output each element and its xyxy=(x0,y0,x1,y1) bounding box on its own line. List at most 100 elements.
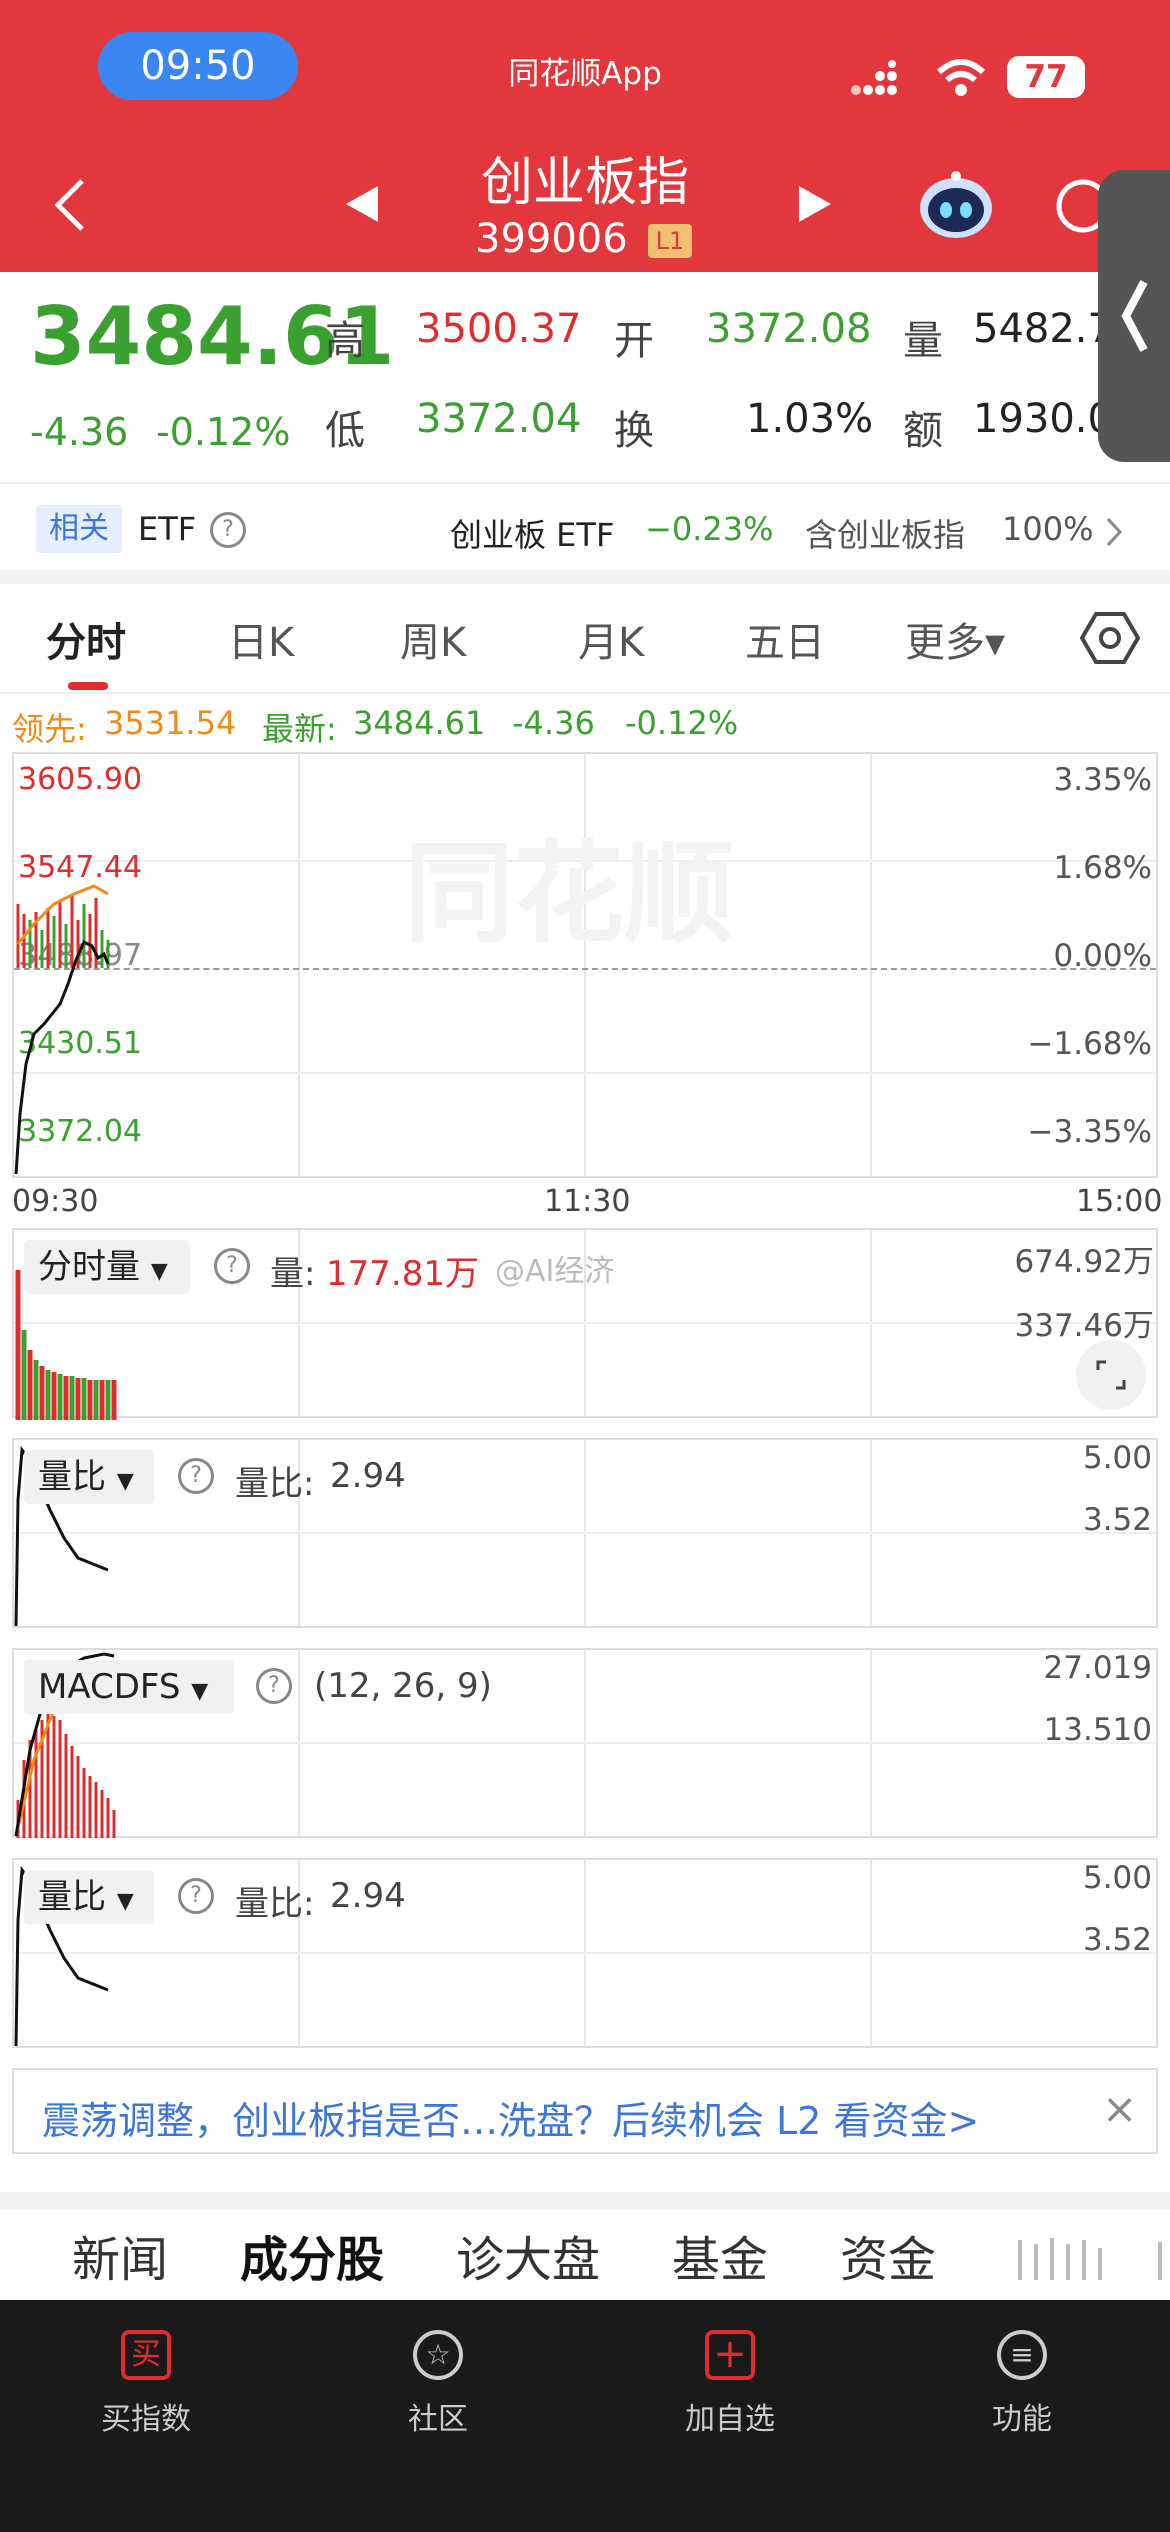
more-tabs-icon[interactable] xyxy=(1010,2230,1170,2290)
tab-funds[interactable]: 基金 xyxy=(672,2220,768,2290)
active-tab-indicator xyxy=(68,682,108,690)
tab-monthly-k[interactable]: 月K xyxy=(578,610,644,668)
amount-label: 额 xyxy=(903,408,943,454)
latest-label: 最新: xyxy=(262,710,337,748)
section-divider xyxy=(0,2192,1170,2210)
nav-label: 买指数 xyxy=(101,2402,191,2437)
tab-market-diagnosis[interactable]: 诊大盘 xyxy=(456,2220,600,2290)
nav-community[interactable]: ☆ 社区 xyxy=(348,2310,528,2438)
help-icon[interactable]: ? xyxy=(214,1248,250,1284)
time-axis-open: 09:30 xyxy=(12,1184,99,1219)
macd-params: (12, 26, 9) xyxy=(314,1666,492,1706)
macd-scale-top: 27.019 xyxy=(1043,1650,1152,1686)
tab-more[interactable]: 更多▾ xyxy=(905,610,1005,668)
ratio-label: 量比: xyxy=(235,1464,315,1504)
contains-label: 含创业板指 xyxy=(805,516,966,554)
status-time: 09:50 xyxy=(98,32,298,100)
high-label: 高 xyxy=(325,318,365,364)
tab-news[interactable]: 新闻 xyxy=(72,2220,168,2290)
fullscreen-button[interactable] xyxy=(1076,1340,1146,1410)
tab-weekly-k[interactable]: 周K xyxy=(400,610,466,668)
intraday-chart[interactable]: 同花顺 3605.90 3547.44 3488.97 3430.51 3372… xyxy=(12,752,1158,1178)
price-line-chart xyxy=(14,884,110,1175)
level-badge: L1 xyxy=(648,224,692,258)
volume-selector-label: 分时量 xyxy=(38,1247,140,1287)
dropdown-icon: ▼ xyxy=(116,1469,134,1494)
tab-daily-k[interactable]: 日K xyxy=(228,610,294,668)
banner-text[interactable]: 震荡调整，创业板指是否…洗盘？后续机会 L2 看资金> xyxy=(42,2090,979,2145)
ratio-scale-mid: 3.52 xyxy=(1082,1502,1152,1538)
nav-label: 社区 xyxy=(408,2402,468,2437)
etf-change: −0.23% xyxy=(645,510,774,548)
time-axis-midday: 11:30 xyxy=(544,1184,631,1219)
nav-add-watchlist[interactable]: + 加自选 xyxy=(640,2310,820,2438)
turnover-value: 1.03% xyxy=(746,396,874,442)
macd-selector[interactable]: MACDFS ▼ xyxy=(24,1660,234,1714)
help-icon[interactable]: ? xyxy=(178,1458,214,1494)
low-label: 低 xyxy=(325,408,365,454)
time-axis-close: 15:00 xyxy=(1076,1184,1163,1219)
close-icon[interactable]: × xyxy=(1102,2084,1137,2133)
ratio-selector-label: 量比 xyxy=(38,1877,106,1917)
community-icon: ☆ xyxy=(413,2330,463,2380)
settings-hexagon-icon[interactable] xyxy=(1080,610,1140,666)
nav-label: 加自选 xyxy=(685,2402,775,2437)
ratio-label: 量比: xyxy=(235,1884,315,1924)
section-divider xyxy=(0,570,1170,584)
latest-value: 3484.61 xyxy=(353,704,486,742)
help-icon[interactable]: ? xyxy=(178,1878,214,1914)
robot-icon[interactable] xyxy=(918,170,994,240)
promo-banner[interactable]: 震荡调整，创业板指是否…洗盘？后续机会 L2 看资金> × xyxy=(12,2068,1158,2154)
volume-selector[interactable]: 分时量 ▼ xyxy=(24,1240,190,1294)
chevron-left-icon[interactable] xyxy=(50,175,90,235)
volume-label: 量 xyxy=(903,318,943,364)
volume-value: 177.81万 xyxy=(326,1254,479,1294)
chevron-left-icon xyxy=(1121,280,1148,352)
wifi-icon xyxy=(936,59,986,96)
ratio-value: 2.94 xyxy=(330,1456,406,1496)
open-value: 3372.08 xyxy=(706,306,872,352)
dropdown-icon: ▼ xyxy=(150,1259,168,1284)
header-bar: 09:50 同花顺App 77 创业板指 399006 L1 xyxy=(0,0,1170,272)
open-label: 开 xyxy=(614,318,654,364)
low-value: 3372.04 xyxy=(416,396,582,442)
nav-buy-index[interactable]: 买 买指数 xyxy=(56,2310,236,2438)
fullscreen-icon xyxy=(1096,1360,1126,1390)
dropdown-icon: ▼ xyxy=(191,1679,209,1704)
ratio-value: 2.94 xyxy=(330,1876,406,1916)
lead-label: 领先: xyxy=(12,710,87,748)
index-title: 创业板指 xyxy=(480,153,689,213)
triangle-left-icon[interactable] xyxy=(342,182,382,226)
nav-functions[interactable]: ≡ 功能 xyxy=(932,2310,1112,2438)
triangle-right-icon[interactable] xyxy=(795,182,835,226)
help-icon[interactable]: ? xyxy=(256,1668,292,1704)
latest-pct: -0.12% xyxy=(625,704,739,742)
etf-name[interactable]: 创业板 ETF xyxy=(450,510,614,556)
macd-scale-mid: 13.510 xyxy=(1043,1712,1152,1748)
volume-scale-top: 674.92万 xyxy=(1014,1244,1154,1280)
signal-icon xyxy=(851,60,897,95)
latest-change: -4.36 xyxy=(512,704,595,742)
battery-level: 77 xyxy=(1007,56,1085,98)
ratio-selector-label: 量比 xyxy=(38,1457,106,1497)
ratio-scale-top: 5.00 xyxy=(1082,1440,1152,1476)
chevron-right-icon[interactable] xyxy=(1104,515,1124,549)
ratio-selector[interactable]: 量比 ▼ xyxy=(24,1450,154,1504)
buy-icon: 买 xyxy=(121,2330,171,2380)
tab-capital[interactable]: 资金 xyxy=(840,2220,936,2290)
tab-constituents[interactable]: 成分股 xyxy=(240,2220,384,2290)
turnover-label: 换 xyxy=(614,408,654,454)
side-drawer-handle[interactable] xyxy=(1098,170,1170,462)
tab-five-day[interactable]: 五日 xyxy=(745,610,825,668)
amount-value: 1930.0 xyxy=(973,396,1098,442)
volume-label: 量: xyxy=(270,1254,316,1294)
weibo-watermark: @AI经济 xyxy=(495,1254,615,1289)
high-value: 3500.37 xyxy=(416,306,582,352)
tab-intraday[interactable]: 分时 xyxy=(46,610,126,668)
index-code: 399006 xyxy=(475,216,628,262)
volume-scale-mid: 337.46万 xyxy=(1014,1308,1154,1344)
ratio-selector[interactable]: 量比 ▼ xyxy=(24,1870,154,1924)
dropdown-icon: ▼ xyxy=(116,1889,134,1914)
etf-label: ETF xyxy=(138,510,197,548)
help-icon[interactable]: ? xyxy=(210,512,246,548)
